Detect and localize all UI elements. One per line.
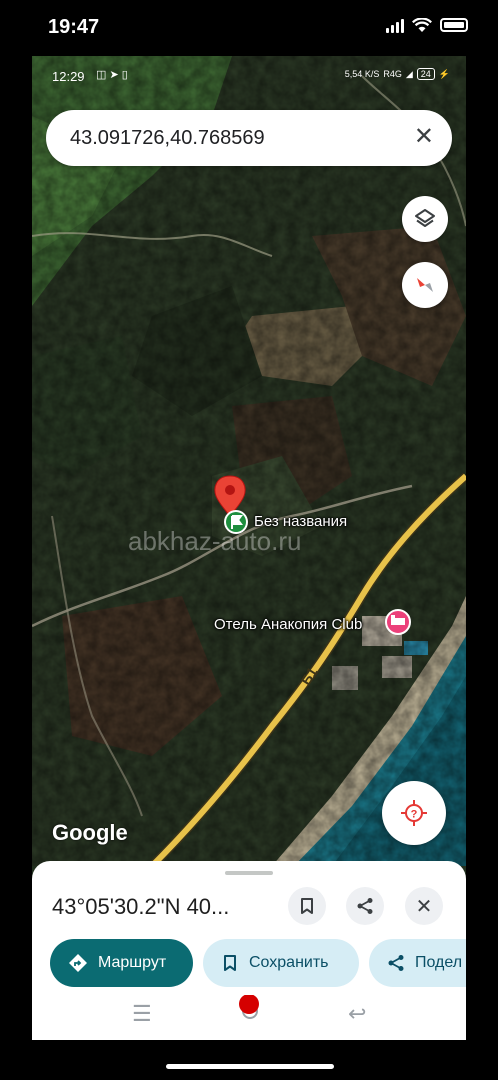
signal-text: R4G xyxy=(383,69,402,79)
notification-icons: ◫ ➤ ▯ xyxy=(96,69,128,81)
inner-status-icons: 5,54 K/S R4G ◢ 24 ⚡ xyxy=(345,68,450,80)
android-nav-bar: ☰ ↩ xyxy=(32,991,466,1031)
share-small-button[interactable] xyxy=(346,887,384,925)
save-button[interactable]: Сохранить xyxy=(203,939,359,987)
place-bottom-sheet[interactable]: 43°05'30.2"N 40... ✕ Маршрут Сохранить П… xyxy=(32,861,466,1040)
search-query[interactable]: 43.091726,40.768569 xyxy=(70,127,265,150)
compass-icon xyxy=(417,278,433,292)
svg-text:?: ? xyxy=(411,809,418,821)
wifi-icon xyxy=(412,17,432,32)
charging-icon: ⚡ xyxy=(438,68,450,79)
battery-icon xyxy=(440,18,468,32)
coordinates-title: 43°05'30.2"N 40... xyxy=(52,894,230,919)
layers-icon xyxy=(415,209,435,227)
search-bar[interactable]: 43.091726,40.768569 ✕ xyxy=(46,110,452,166)
my-location-button[interactable]: ? xyxy=(382,781,446,845)
home-icon[interactable] xyxy=(237,994,263,1027)
location-question-icon: ? xyxy=(401,800,427,826)
outer-time: 19:47 xyxy=(48,16,100,38)
drag-handle[interactable] xyxy=(225,871,273,875)
save-label: Сохранить xyxy=(249,954,329,971)
hotel-place-label[interactable]: Отель Анакопия Club xyxy=(214,616,362,633)
inner-status-bar: 12:29 ◫ ➤ ▯ 5,54 K/S R4G ◢ 24 ⚡ xyxy=(32,56,466,96)
inner-battery: 24 xyxy=(416,68,435,80)
route-label: Маршрут xyxy=(98,954,167,971)
outer-status-bar: 19:47 xyxy=(0,0,498,56)
directions-icon xyxy=(68,953,88,973)
bookmark-button[interactable] xyxy=(288,887,326,925)
close-icon[interactable]: ✕ xyxy=(414,124,434,150)
back-icon[interactable]: ↩ xyxy=(348,1001,366,1027)
route-button[interactable]: Маршрут xyxy=(50,939,193,987)
hotel-marker-icon[interactable] xyxy=(385,609,411,635)
cellular-signal-icon xyxy=(386,17,404,33)
share-button[interactable]: Подел xyxy=(369,939,466,987)
share-icon xyxy=(357,898,373,914)
share-icon xyxy=(387,954,405,972)
google-logo: Google xyxy=(52,820,128,845)
bookmark-icon xyxy=(301,898,313,914)
action-chips: Маршрут Сохранить Подел xyxy=(50,939,466,987)
close-icon: ✕ xyxy=(415,895,433,918)
wifi-status-icon: ◢ xyxy=(405,68,413,79)
home-indicator[interactable] xyxy=(166,1064,334,1069)
menu-icon[interactable]: ☰ xyxy=(132,1001,152,1027)
close-sheet-button[interactable]: ✕ xyxy=(405,887,443,925)
satellite-map[interactable] xyxy=(32,56,466,866)
share-label: Подел xyxy=(415,954,463,971)
network-speed: 5,54 K/S xyxy=(344,69,380,79)
compass-button[interactable] xyxy=(402,262,448,308)
android-screen: abkhaz-auto.ru Без названия Отель Анакоп… xyxy=(32,56,466,1040)
watermark: abkhaz-auto.ru xyxy=(128,526,302,556)
outer-status-icons xyxy=(386,17,468,33)
bookmark-icon xyxy=(221,954,239,972)
pin-place-label[interactable]: Без названия xyxy=(254,513,347,530)
inner-time: 12:29 xyxy=(52,69,85,84)
layers-button[interactable] xyxy=(402,196,448,242)
